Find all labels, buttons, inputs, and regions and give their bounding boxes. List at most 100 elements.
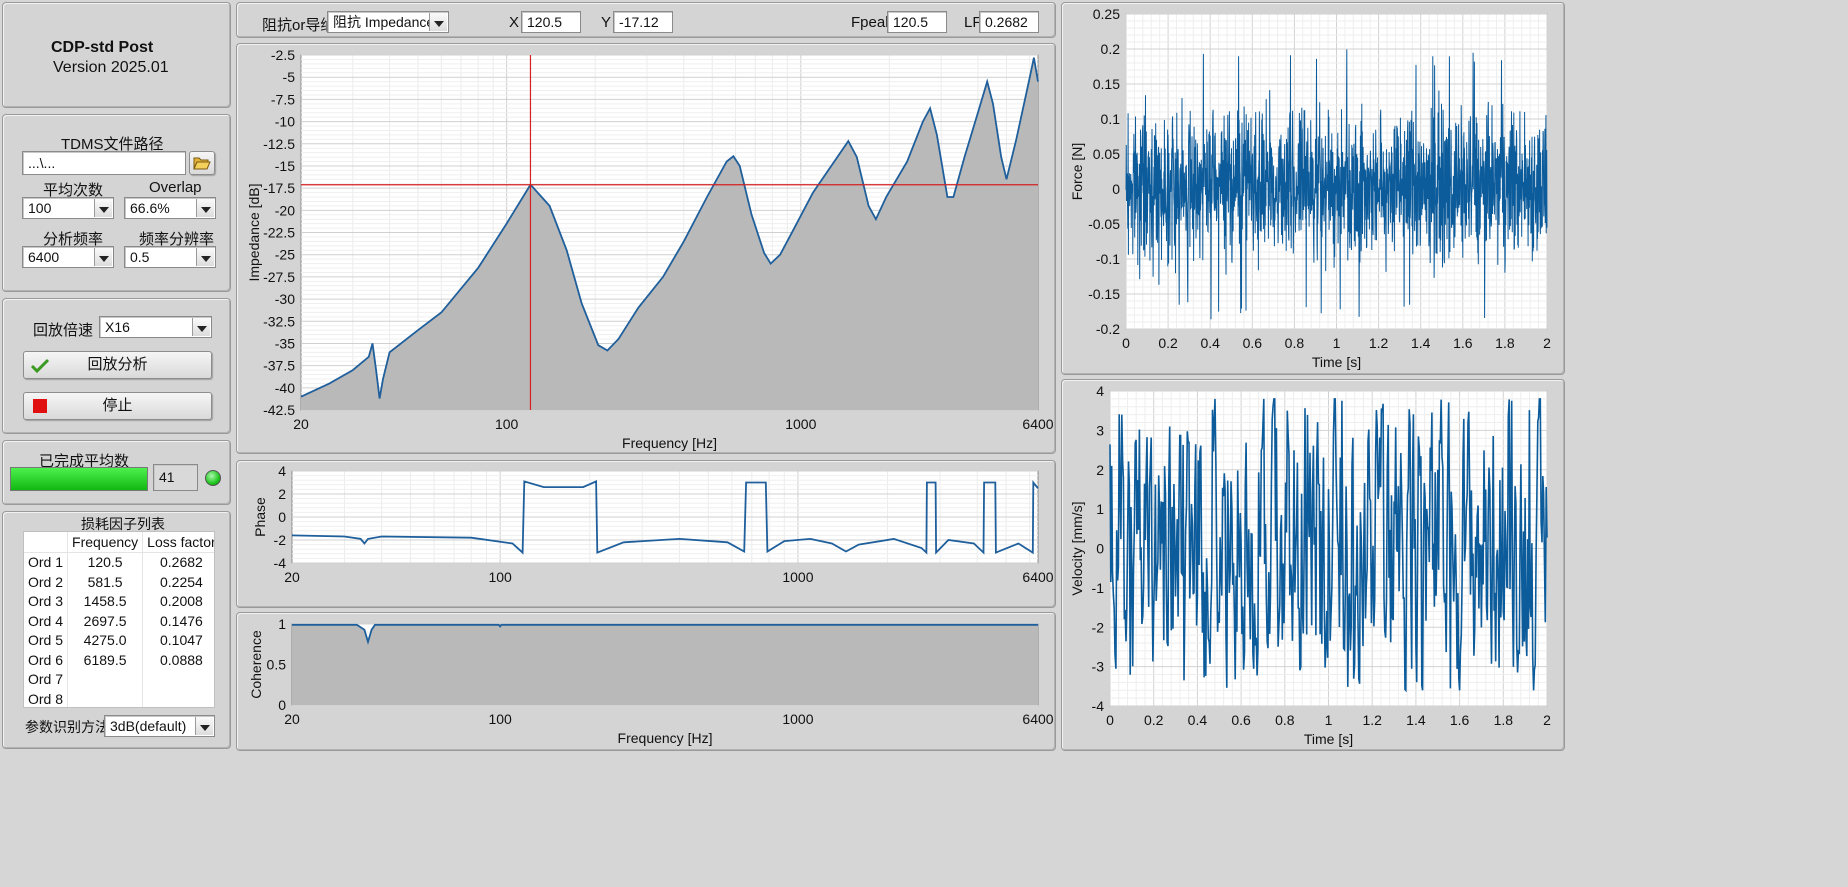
y-tick-label: -4 xyxy=(274,555,287,571)
y-tick-label: 0.15 xyxy=(1093,76,1120,92)
x-tick-label: 1.8 xyxy=(1494,712,1514,728)
x-tick-label: 0.8 xyxy=(1275,712,1295,728)
playback-speed-label: 回放倍速 xyxy=(33,322,94,339)
chevron-down-icon[interactable] xyxy=(429,13,447,31)
chevron-down-icon[interactable] xyxy=(192,318,210,336)
table-cell: Ord 1 xyxy=(24,552,69,572)
table-cell: Ord 7 xyxy=(24,669,69,689)
y-axis-label: Force [N] xyxy=(1069,143,1085,201)
x-axis-label: Time [s] xyxy=(1312,354,1361,370)
averages-select[interactable]: 100 xyxy=(22,197,114,219)
playback-analyze-button[interactable]: 回放分析 xyxy=(23,351,212,379)
file-path-input[interactable]: ...\... xyxy=(22,151,186,175)
settings-panel: TDMS文件路径 ...\... 平均次数 Overlap 100 66.6% … xyxy=(2,114,231,292)
title-panel: CDP-std Post Version 2025.01 xyxy=(2,2,231,108)
y-tick-label: -30 xyxy=(275,291,295,307)
chevron-down-icon[interactable] xyxy=(195,717,213,735)
y-tick-label: 0.5 xyxy=(267,657,287,673)
y-tick-label: -35 xyxy=(275,335,295,351)
impedance-chart[interactable]: 20 100 1000 6400 -2.5 -5 -7.5 -10 -12.5 -15 -17.5 -… xyxy=(237,44,1057,455)
x-tick-label: 1000 xyxy=(782,569,813,585)
table-header-cell: Loss factor xyxy=(142,532,214,553)
x-tick-label: 20 xyxy=(293,416,309,432)
y-tick-label: -4 xyxy=(1092,698,1105,714)
x-axis-label: Frequency [Hz] xyxy=(618,730,713,746)
mode-select[interactable]: 阻抗 Impedance xyxy=(327,11,449,33)
fpeak-field[interactable]: 120.5 xyxy=(887,11,947,33)
browse-button[interactable] xyxy=(189,151,215,175)
impedance-panel: 20 100 1000 6400 -2.5 -5 -7.5 -10 -12.5 -15 -17.5 -… xyxy=(236,43,1056,454)
table-row: Ord 3 1458.5 0.2008 xyxy=(24,591,214,611)
table-cell: Ord 2 xyxy=(24,572,69,592)
cursor-y-field[interactable]: -17.12 xyxy=(613,11,673,33)
force-chart[interactable]: 0 0.2 0.4 0.6 0.8 1 1.2 1.4 1.6 1.8 2 0.25 0.2 0.15 0.… xyxy=(1062,3,1566,376)
folder-open-icon xyxy=(193,157,211,170)
playback-speed-value: X16 xyxy=(105,319,130,335)
velocity-panel: 0 0.2 0.4 0.6 0.8 1 1.2 1.4 1.6 1.8 2 4 3 2 1 0 -1 -2 -3 -4… xyxy=(1061,379,1565,751)
coherence-chart[interactable]: 20 100 1000 6400 1 0.5 0 Frequency [Hz] Coherenc… xyxy=(237,613,1057,752)
loss-table: Frequency Loss factor Ord 1 120.5 0.2682 Ord … xyxy=(24,532,214,707)
y-axis-label: Phase xyxy=(252,497,268,537)
toolbar-panel: 阻抗or导纳 阻抗 Impedance X 120.5 Y -17.12 Fpe… xyxy=(236,2,1056,38)
playback-panel: 回放倍速 X16 回放分析 停止 xyxy=(2,298,231,434)
x-tick-label: 2 xyxy=(1543,335,1551,351)
table-cell: 120.5 xyxy=(67,552,144,572)
chevron-down-icon[interactable] xyxy=(94,199,112,217)
mode-value: 阻抗 Impedance xyxy=(333,14,435,30)
y-tick-label: 0 xyxy=(1096,541,1104,557)
chevron-down-icon[interactable] xyxy=(196,248,214,266)
x-tick-label: 1.4 xyxy=(1411,335,1431,351)
chevron-down-icon[interactable] xyxy=(94,248,112,266)
identification-method-select[interactable]: 3dB(default) xyxy=(104,715,215,737)
phase-panel: 20 100 1000 6400 4 2 0 -2 -4 Phase xyxy=(236,460,1056,608)
y-tick-label: -17.5 xyxy=(263,180,295,196)
x-tick-label: 1 xyxy=(1333,335,1341,351)
y-tick-label: -0.1 xyxy=(1096,251,1120,267)
averages-value: 100 xyxy=(28,200,52,216)
frequency-resolution-value: 0.5 xyxy=(130,249,150,265)
table-row: Ord 6 6189.5 0.0888 xyxy=(24,650,214,670)
y-tick-label: -32.5 xyxy=(263,313,295,329)
y-tick-label: 3 xyxy=(1096,422,1104,438)
y-tick-label: 0 xyxy=(278,697,286,713)
velocity-chart[interactable]: 0 0.2 0.4 0.6 0.8 1 1.2 1.4 1.6 1.8 2 4 3 2 1 0 -1 -2 -3 -4… xyxy=(1062,380,1566,752)
y-tick-label: -0.2 xyxy=(1096,321,1120,337)
table-row: Ord 7 xyxy=(24,669,214,689)
analysis-frequency-select[interactable]: 6400 xyxy=(22,246,114,268)
progress-count: 41 xyxy=(153,464,198,491)
cursor-x-field[interactable]: 120.5 xyxy=(521,11,581,33)
overlap-value: 66.6% xyxy=(130,200,170,216)
table-cell: 581.5 xyxy=(67,572,144,592)
force-panel: 0 0.2 0.4 0.6 0.8 1 1.2 1.4 1.6 1.8 2 0.25 0.2 0.15 0.… xyxy=(1061,2,1565,375)
table-cell xyxy=(142,689,214,707)
x-tick-label: 1000 xyxy=(785,416,816,432)
status-led xyxy=(205,470,221,486)
x-axis-label: Time [s] xyxy=(1304,731,1353,747)
app-version: Version 2025.01 xyxy=(53,59,169,76)
x-tick-label: 0.6 xyxy=(1243,335,1263,351)
table-cell: Ord 4 xyxy=(24,611,69,631)
playback-speed-select[interactable]: X16 xyxy=(99,316,212,338)
x-tick-label: 6400 xyxy=(1022,416,1053,432)
table-cell: 0.2254 xyxy=(142,572,214,592)
x-tick-label: 1.4 xyxy=(1406,712,1426,728)
overlap-select[interactable]: 66.6% xyxy=(124,197,216,219)
table-cell: Ord 6 xyxy=(24,650,69,670)
x-tick-label: 2 xyxy=(1543,712,1551,728)
y-tick-label: 4 xyxy=(1096,383,1104,399)
table-cell: 0.1476 xyxy=(142,611,214,631)
frequency-resolution-select[interactable]: 0.5 xyxy=(124,246,216,268)
x-tick-label: 6400 xyxy=(1022,711,1053,727)
x-tick-label: 1 xyxy=(1325,712,1333,728)
phase-chart[interactable]: 20 100 1000 6400420-2-4Phase xyxy=(237,461,1057,609)
cursor-y-label: Y xyxy=(601,14,612,31)
table-row: Ord 8 xyxy=(24,689,214,707)
stop-button[interactable]: 停止 xyxy=(23,392,212,420)
x-tick-label: 0 xyxy=(1122,335,1130,351)
progress-bar xyxy=(10,467,148,491)
table-cell xyxy=(142,669,214,689)
lf-field[interactable]: 0.2682 xyxy=(979,11,1039,33)
chevron-down-icon[interactable] xyxy=(196,199,214,217)
stop-icon xyxy=(33,399,47,413)
y-tick-label: -3 xyxy=(1092,659,1105,675)
